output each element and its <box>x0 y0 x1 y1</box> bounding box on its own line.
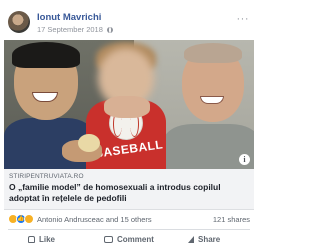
right-man-hair <box>184 43 242 63</box>
child-hands <box>104 96 150 118</box>
share-arrow-icon <box>188 236 194 243</box>
link-domain: STIRIPENTRUVIATA.RO <box>9 173 84 180</box>
comment-button[interactable]: Comment <box>104 235 154 244</box>
share-count[interactable]: 121 shares <box>213 215 250 224</box>
share-label: Share <box>198 235 221 244</box>
author-name[interactable]: Ionut Mavrichi <box>37 12 101 23</box>
post-date[interactable]: 17 September 2018 <box>37 25 103 34</box>
more-options-icon[interactable]: ··· <box>237 13 250 25</box>
avatar[interactable] <box>8 11 30 33</box>
post-timestamp[interactable]: 17 September 2018 <box>37 25 113 34</box>
link-preview-image[interactable]: BASEBALL i <box>4 40 254 169</box>
comment-label: Comment <box>117 235 154 244</box>
reactions-bar: 👍 Antonio Andrusceac and 15 others 121 s… <box>8 213 250 227</box>
link-preview[interactable]: BASEBALL i STIRIPENTRUVIATA.RO O „famili… <box>4 40 254 210</box>
facebook-post: Ionut Mavrichi 17 September 2018 ··· BAS… <box>0 0 257 252</box>
left-man-hair <box>12 42 80 68</box>
link-headline[interactable]: O „familie model” de homosexuali a intro… <box>9 182 251 204</box>
link-caption[interactable]: STIRIPENTRUVIATA.RO O „familie model” de… <box>4 169 254 210</box>
share-button[interactable]: Share <box>188 235 220 244</box>
action-bar: Like Comment Share <box>8 232 250 250</box>
comment-icon <box>104 236 113 243</box>
wow-reaction-icon[interactable] <box>24 214 34 224</box>
like-button[interactable]: Like <box>28 235 55 244</box>
reaction-names[interactable]: Antonio Andrusceac and 15 others <box>37 215 152 224</box>
info-icon[interactable]: i <box>239 154 250 165</box>
post-header: Ionut Mavrichi 17 September 2018 ··· <box>8 9 249 39</box>
globe-icon <box>106 27 113 33</box>
divider <box>8 229 250 230</box>
like-label: Like <box>39 235 56 244</box>
chick-toy <box>78 134 100 152</box>
thumbs-up-icon <box>28 236 35 243</box>
